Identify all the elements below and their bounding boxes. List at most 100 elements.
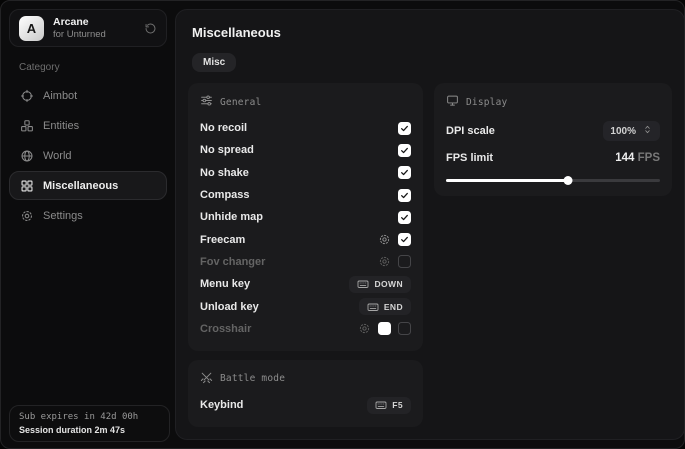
sidebar-item-label: Settings [43,210,83,222]
battle-mode-card: Battle mode KeybindF5 [188,360,423,427]
sidebar-item-aimbot[interactable]: Aimbot [9,81,167,110]
content-columns: General No recoil No spread No shake Compas… [188,83,672,427]
sidebar-item-label: Entities [43,120,79,132]
fps-limit-label: FPS limit [446,152,493,164]
gear-icon[interactable] [378,233,391,246]
setting-controls [398,189,411,202]
setting-label: No recoil [200,122,247,134]
setting-label: No shake [200,167,249,179]
setting-controls: DOWN [349,276,411,293]
general-card: General No recoil No spread No shake Compas… [188,83,423,351]
checkbox-crosshair[interactable] [398,322,411,335]
subscription-status-card: Sub expires in 42d 00h Session duration … [9,405,170,442]
setting-row-fov-changer: Fov changer [200,251,411,273]
fps-limit-value: 144 FPS [615,152,660,164]
globe-icon [20,149,34,163]
checkbox-fov-changer[interactable] [398,255,411,268]
keybind-value: F5 [392,400,403,410]
checkbox-freecam[interactable] [398,233,411,246]
display-card-header: Display [446,94,660,110]
keybind-button-unload-key[interactable]: END [359,298,411,315]
gear-icon [20,209,34,223]
grid-icon [20,179,34,193]
checkbox-no-recoil[interactable] [398,122,411,135]
refresh-icon[interactable] [144,22,157,35]
setting-controls [358,322,411,335]
setting-row-compass: Compass [200,184,411,206]
setting-label: Freecam [200,234,245,246]
sidebar: A Arcane for Unturned Category Aimbot Ent… [1,1,175,448]
setting-row-unhide-map: Unhide map [200,206,411,228]
display-card: Display DPI scale 100% FPS limit 144 [434,83,672,196]
sidebar-item-entities[interactable]: Entities [9,111,167,140]
setting-row-no-recoil: No recoil [200,117,411,139]
setting-row-keybind: KeybindF5 [200,394,411,416]
sidebar-item-world[interactable]: World [9,141,167,170]
setting-label: Fov changer [200,256,265,268]
sidebar-item-label: Miscellaneous [43,180,118,192]
fps-limit-row: FPS limit 144 FPS [446,148,660,168]
sub-expiry-text: Sub expires in 42d 00h [19,412,160,422]
slider-fill [446,179,568,182]
setting-label: Unload key [200,301,259,313]
sidebar-item-label: World [43,150,72,162]
swords-icon [200,371,213,387]
setting-row-menu-key: Menu keyDOWN [200,273,411,295]
slider-thumb[interactable] [563,176,572,185]
sidebar-item-settings[interactable]: Settings [9,201,167,230]
sidebar-nav: Aimbot Entities World Miscellaneous Settings [9,81,167,231]
keybind-value: DOWN [374,279,403,289]
setting-controls [398,122,411,135]
battle-card-title: Battle mode [220,373,285,384]
main-panel: Miscellaneous Misc General No recoilNo s… [175,9,685,440]
left-column: General No recoil No spread No shake Compas… [188,83,423,427]
general-card-title: General [220,97,261,108]
session-duration-text: Session duration 2m 47s [19,425,160,435]
setting-row-freecam: Freecam [200,228,411,250]
crosshair-icon [20,89,34,103]
category-label: Category [19,62,167,73]
keybind-button-keybind[interactable]: F5 [367,397,411,414]
keybind-button-menu-key[interactable]: DOWN [349,276,411,293]
general-card-header: General [200,94,411,110]
checkbox-no-spread[interactable] [398,144,411,157]
setting-label: Crosshair [200,323,251,335]
dpi-scale-label: DPI scale [446,125,495,137]
sliders-icon [200,94,213,110]
boxes-icon [20,119,34,133]
setting-label: Unhide map [200,211,263,223]
setting-label: Compass [200,189,250,201]
tab-misc[interactable]: Misc [192,53,236,72]
app-title: Arcane [53,16,106,29]
setting-row-no-shake: No shake [200,162,411,184]
checkbox-no-shake[interactable] [398,166,411,179]
checkbox-compass[interactable] [398,189,411,202]
checkbox-unhide-map[interactable] [398,211,411,224]
setting-controls: END [359,298,411,315]
dpi-scale-row: DPI scale 100% [446,121,660,141]
color-swatch[interactable] [378,322,391,335]
setting-controls [398,166,411,179]
setting-row-unload-key: Unload key END [200,295,411,317]
general-rows: No recoil No spread No shake Compass Unhide … [200,117,411,340]
setting-controls [378,233,411,246]
app-header-text: Arcane for Unturned [53,16,106,41]
fps-unit: FPS [638,152,660,164]
right-column: Display DPI scale 100% FPS limit 144 [434,83,672,196]
setting-row-crosshair: Crosshair [200,318,411,340]
keyboard-icon [367,301,379,313]
app-logo: A [19,16,44,41]
app-header: A Arcane for Unturned [9,9,167,47]
gear-icon[interactable] [378,255,391,268]
battle-card-header: Battle mode [200,371,411,387]
sidebar-item-label: Aimbot [43,90,77,102]
chevrons-up-down-icon [642,124,653,138]
fps-limit-slider[interactable] [446,176,660,185]
setting-controls [398,144,411,157]
gear-icon[interactable] [358,322,371,335]
sidebar-item-miscellaneous[interactable]: Miscellaneous [9,171,167,200]
dpi-scale-select[interactable]: 100% [603,121,660,141]
battle-rows: KeybindF5 [200,394,411,416]
setting-row-no-spread: No spread [200,139,411,161]
display-card-title: Display [466,97,507,108]
